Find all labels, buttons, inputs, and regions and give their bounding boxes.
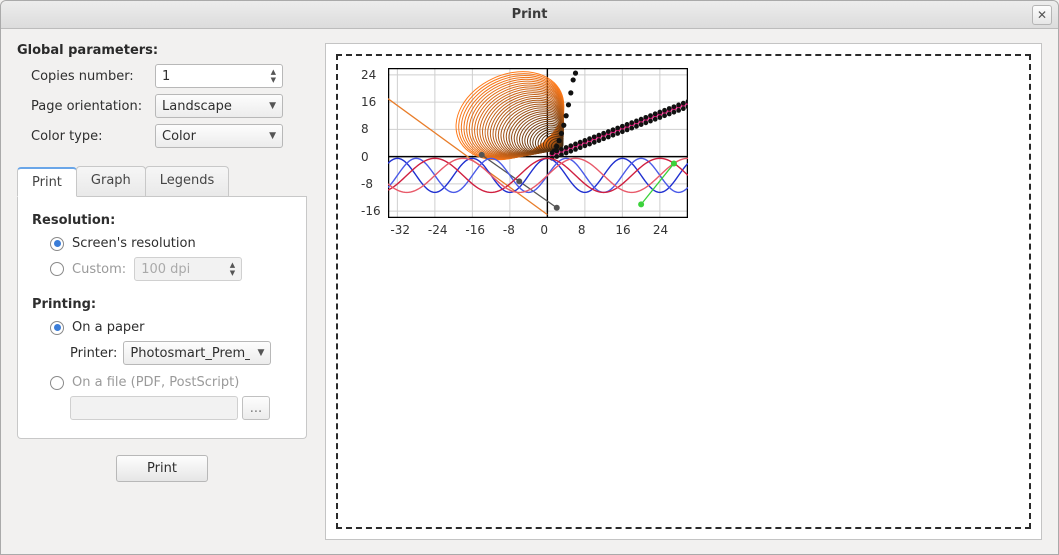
close-button[interactable]: ✕: [1032, 5, 1052, 25]
resolution-screen-row[interactable]: Screen's resolution: [50, 236, 292, 251]
orientation-row: Page orientation: Landscape ▼: [17, 94, 307, 118]
tab-print[interactable]: Print: [17, 167, 77, 197]
printing-paper-row[interactable]: On a paper: [50, 320, 292, 335]
y-tick-label: 0: [361, 150, 369, 164]
resolution-heading: Resolution:: [32, 213, 292, 228]
x-tick-label: -24: [428, 223, 448, 237]
printer-combo[interactable]: Photosmart_Prem_C ▼: [123, 341, 271, 365]
tab-print-body: Resolution: Screen's resolution Custom: …: [17, 197, 307, 439]
x-tick-label: 24: [653, 223, 668, 237]
chevron-down-icon: ▼: [269, 101, 276, 111]
radio-file[interactable]: [50, 376, 64, 390]
printing-file-label: On a file (PDF, PostScript): [72, 375, 239, 390]
copies-label: Copies number:: [17, 69, 147, 84]
chevron-down-icon: ▼: [257, 348, 264, 358]
resolution-screen-label: Screen's resolution: [72, 236, 196, 251]
custom-dpi-value: 100 dpi: [141, 262, 230, 277]
window-title: Print: [512, 7, 548, 22]
close-icon: ✕: [1037, 8, 1047, 22]
preview-panel: -32 -24 -16 -8 0 8 16 24 -16 -8 0 8 16 24: [325, 43, 1042, 540]
printing-paper-label: On a paper: [72, 320, 145, 335]
printer-value: Photosmart_Prem_C: [130, 346, 250, 361]
colortype-value: Color: [162, 129, 196, 144]
print-button-wrap: Print: [17, 455, 307, 482]
y-tick-label: 8: [361, 122, 369, 136]
y-tick-label: 24: [361, 68, 376, 82]
y-tick-label: 16: [361, 95, 376, 109]
printing-heading: Printing:: [32, 297, 292, 312]
x-tick-label: -8: [503, 223, 515, 237]
spinner-arrows-icon: ▲▼: [271, 69, 276, 84]
x-tick-label: -32: [390, 223, 410, 237]
custom-dpi-spinbox: 100 dpi ▲▼: [134, 257, 242, 281]
x-tick-label: 16: [615, 223, 630, 237]
orientation-label: Page orientation:: [17, 99, 147, 114]
copies-row: Copies number: 1 ▲▼: [17, 64, 307, 88]
y-tick-label: -16: [361, 204, 381, 218]
browse-button[interactable]: ...: [242, 396, 270, 420]
file-path-field: [70, 396, 238, 420]
orientation-combo[interactable]: Landscape ▼: [155, 94, 283, 118]
radio-screen[interactable]: [50, 237, 64, 251]
printer-label: Printer:: [70, 346, 117, 361]
colortype-combo[interactable]: Color ▼: [155, 124, 283, 148]
printing-file-row[interactable]: On a file (PDF, PostScript): [50, 375, 292, 390]
copies-spinbox[interactable]: 1 ▲▼: [155, 64, 283, 88]
orientation-value: Landscape: [162, 99, 232, 114]
content-area: Global parameters: Copies number: 1 ▲▼ P…: [1, 29, 1058, 554]
resolution-custom-label: Custom:: [72, 262, 126, 277]
colortype-row: Color type: Color ▼: [17, 124, 307, 148]
resolution-custom-row[interactable]: Custom: 100 dpi ▲▼: [50, 257, 292, 281]
copies-value: 1: [162, 69, 271, 84]
chart-plot: [388, 68, 688, 218]
file-path-row: ...: [70, 396, 292, 420]
printer-row: Printer: Photosmart_Prem_C ▼: [70, 341, 292, 365]
tab-legends[interactable]: Legends: [145, 166, 230, 196]
window-titlebar: Print ✕: [1, 1, 1058, 29]
radio-paper[interactable]: [50, 321, 64, 335]
spinner-arrows-icon: ▲▼: [230, 262, 235, 277]
tab-graph[interactable]: Graph: [76, 166, 146, 196]
left-panel: Global parameters: Copies number: 1 ▲▼ P…: [17, 43, 307, 540]
global-heading: Global parameters:: [17, 43, 307, 58]
tabbar: Print Graph Legends: [17, 166, 307, 197]
x-tick-label: 0: [540, 223, 548, 237]
colortype-label: Color type:: [17, 129, 147, 144]
x-tick-label: -16: [465, 223, 485, 237]
print-button[interactable]: Print: [116, 455, 208, 482]
chevron-down-icon: ▼: [269, 131, 276, 141]
radio-custom[interactable]: [50, 262, 64, 276]
x-tick-label: 8: [578, 223, 586, 237]
y-tick-label: -8: [361, 177, 373, 191]
